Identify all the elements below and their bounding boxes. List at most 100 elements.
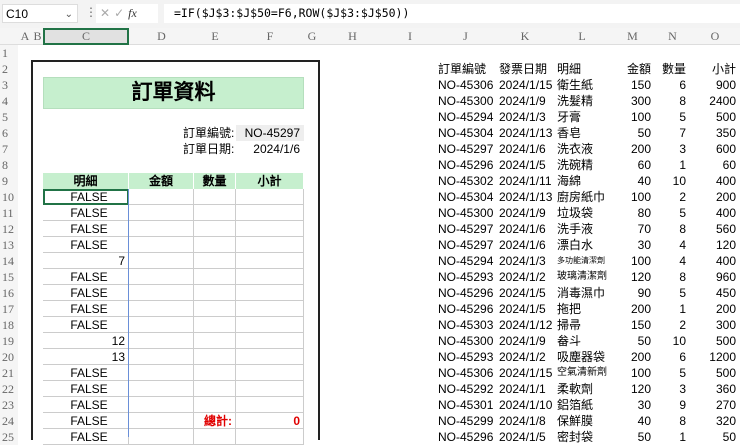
data-cell[interactable]: 200	[613, 349, 655, 365]
data-cell[interactable]: 牙膏	[557, 109, 610, 125]
data-cell[interactable]: 2024/1/2	[499, 269, 554, 285]
row-header-25[interactable]: 25	[0, 429, 18, 445]
row-header-2[interactable]: 2	[0, 61, 18, 77]
data-cell[interactable]: 120	[613, 269, 655, 285]
row-header-10[interactable]: 10	[0, 189, 18, 205]
data-cell[interactable]: 960	[693, 269, 740, 285]
data-cell[interactable]: 2024/1/5	[499, 301, 554, 317]
data-cell[interactable]: 2024/1/2	[499, 349, 554, 365]
row-header-13[interactable]: 13	[0, 237, 18, 253]
data-cell[interactable]: 5	[658, 205, 690, 221]
data-cell[interactable]: 拖把	[557, 301, 610, 317]
item-cell[interactable]: FALSE	[43, 205, 129, 221]
data-cell[interactable]: 2024/1/6	[499, 237, 554, 253]
data-cell[interactable]: 120	[613, 381, 655, 397]
data-cell[interactable]: 2024/1/15	[499, 77, 554, 93]
data-cell[interactable]: 漂白水	[557, 237, 610, 253]
data-cell[interactable]: 洗衣液	[557, 141, 610, 157]
data-cell[interactable]: 1	[658, 157, 690, 173]
row-header-4[interactable]: 4	[0, 93, 18, 109]
item-cell[interactable]: FALSE	[43, 237, 129, 253]
row-header-16[interactable]: 16	[0, 285, 18, 301]
name-box[interactable]: C10 ⌄	[2, 4, 78, 23]
data-cell[interactable]: 400	[693, 253, 740, 269]
column-header-N[interactable]: N	[655, 28, 690, 45]
item-cell[interactable]: FALSE	[43, 301, 129, 317]
data-cell[interactable]: 100	[613, 365, 655, 381]
data-cell[interactable]: NO-45300	[438, 205, 496, 221]
row-header-1[interactable]: 1	[0, 45, 18, 61]
data-cell[interactable]: NO-45296	[438, 301, 496, 317]
row-header-6[interactable]: 6	[0, 125, 18, 141]
data-cell[interactable]: 150	[613, 317, 655, 333]
data-cell[interactable]: 2024/1/15	[499, 365, 554, 381]
data-cell[interactable]: 8	[658, 269, 690, 285]
data-cell[interactable]: NO-45304	[438, 125, 496, 141]
item-cell[interactable]: FALSE	[43, 269, 129, 285]
data-cell[interactable]: NO-45297	[438, 237, 496, 253]
row-header-11[interactable]: 11	[0, 205, 18, 221]
total-value[interactable]: 0	[236, 413, 304, 429]
row-header-21[interactable]: 21	[0, 365, 18, 381]
data-cell[interactable]: 1	[658, 301, 690, 317]
data-cell[interactable]: 柔軟劑	[557, 381, 610, 397]
select-all-corner[interactable]	[0, 28, 18, 45]
data-cell[interactable]: 320	[693, 413, 740, 429]
data-cell[interactable]: 100	[613, 109, 655, 125]
data-cell[interactable]: 200	[613, 301, 655, 317]
column-header-D[interactable]: D	[129, 28, 194, 45]
column-header-G[interactable]: G	[304, 28, 320, 45]
row-header-22[interactable]: 22	[0, 381, 18, 397]
data-cell[interactable]: 30	[613, 237, 655, 253]
row-header-9[interactable]: 9	[0, 173, 18, 189]
data-cell[interactable]: 50	[613, 333, 655, 349]
data-cell[interactable]: 多功能清潔劑	[557, 253, 610, 269]
column-header-M[interactable]: M	[610, 28, 655, 45]
row-header-20[interactable]: 20	[0, 349, 18, 365]
data-cell[interactable]: 衛生紙	[557, 77, 610, 93]
data-cell[interactable]: 150	[613, 77, 655, 93]
data-cell[interactable]: 洗手液	[557, 221, 610, 237]
data-cell[interactable]: 密封袋	[557, 429, 610, 445]
data-cell[interactable]: NO-45294	[438, 253, 496, 269]
data-cell[interactable]: 4	[658, 237, 690, 253]
data-cell[interactable]: 香皂	[557, 125, 610, 141]
data-cell[interactable]: NO-45297	[438, 141, 496, 157]
data-cell[interactable]: 海綿	[557, 173, 610, 189]
data-cell[interactable]: NO-45304	[438, 189, 496, 205]
item-cell[interactable]: FALSE	[43, 221, 129, 237]
data-cell[interactable]: NO-45301	[438, 397, 496, 413]
data-cell[interactable]: 掃帚	[557, 317, 610, 333]
data-cell[interactable]: NO-45296	[438, 157, 496, 173]
data-cell[interactable]: 吸塵器袋	[557, 349, 610, 365]
data-cell[interactable]: 900	[693, 77, 740, 93]
data-cell[interactable]: NO-45303	[438, 317, 496, 333]
data-cell[interactable]: 空氣清新劑	[557, 365, 610, 381]
data-cell[interactable]: 60	[693, 157, 740, 173]
data-cell[interactable]: 270	[693, 397, 740, 413]
data-cell[interactable]: 5	[658, 109, 690, 125]
row-header-18[interactable]: 18	[0, 317, 18, 333]
column-header-J[interactable]: J	[435, 28, 496, 45]
data-cell[interactable]: 10	[658, 173, 690, 189]
data-cell[interactable]: NO-45306	[438, 77, 496, 93]
data-cell[interactable]: 2024/1/5	[499, 429, 554, 445]
item-cell[interactable]: 13	[43, 349, 129, 365]
data-cell[interactable]: 3	[658, 381, 690, 397]
data-cell[interactable]: 洗碗精	[557, 157, 610, 173]
data-cell[interactable]: 400	[693, 173, 740, 189]
data-cell[interactable]: 50	[613, 125, 655, 141]
column-header-H[interactable]: H	[320, 28, 385, 45]
column-header-E[interactable]: E	[194, 28, 236, 45]
item-cell[interactable]: FALSE	[43, 285, 129, 301]
data-cell[interactable]: 50	[693, 429, 740, 445]
data-cell[interactable]: 2024/1/3	[499, 109, 554, 125]
row-header-5[interactable]: 5	[0, 109, 18, 125]
data-cell[interactable]: 2024/1/11	[499, 173, 554, 189]
data-cell[interactable]: 5	[658, 365, 690, 381]
data-cell[interactable]: NO-45300	[438, 333, 496, 349]
data-cell[interactable]: 50	[613, 429, 655, 445]
column-header-F[interactable]: F	[236, 28, 304, 45]
data-cell[interactable]: NO-45296	[438, 429, 496, 445]
data-cell[interactable]: 2	[658, 189, 690, 205]
